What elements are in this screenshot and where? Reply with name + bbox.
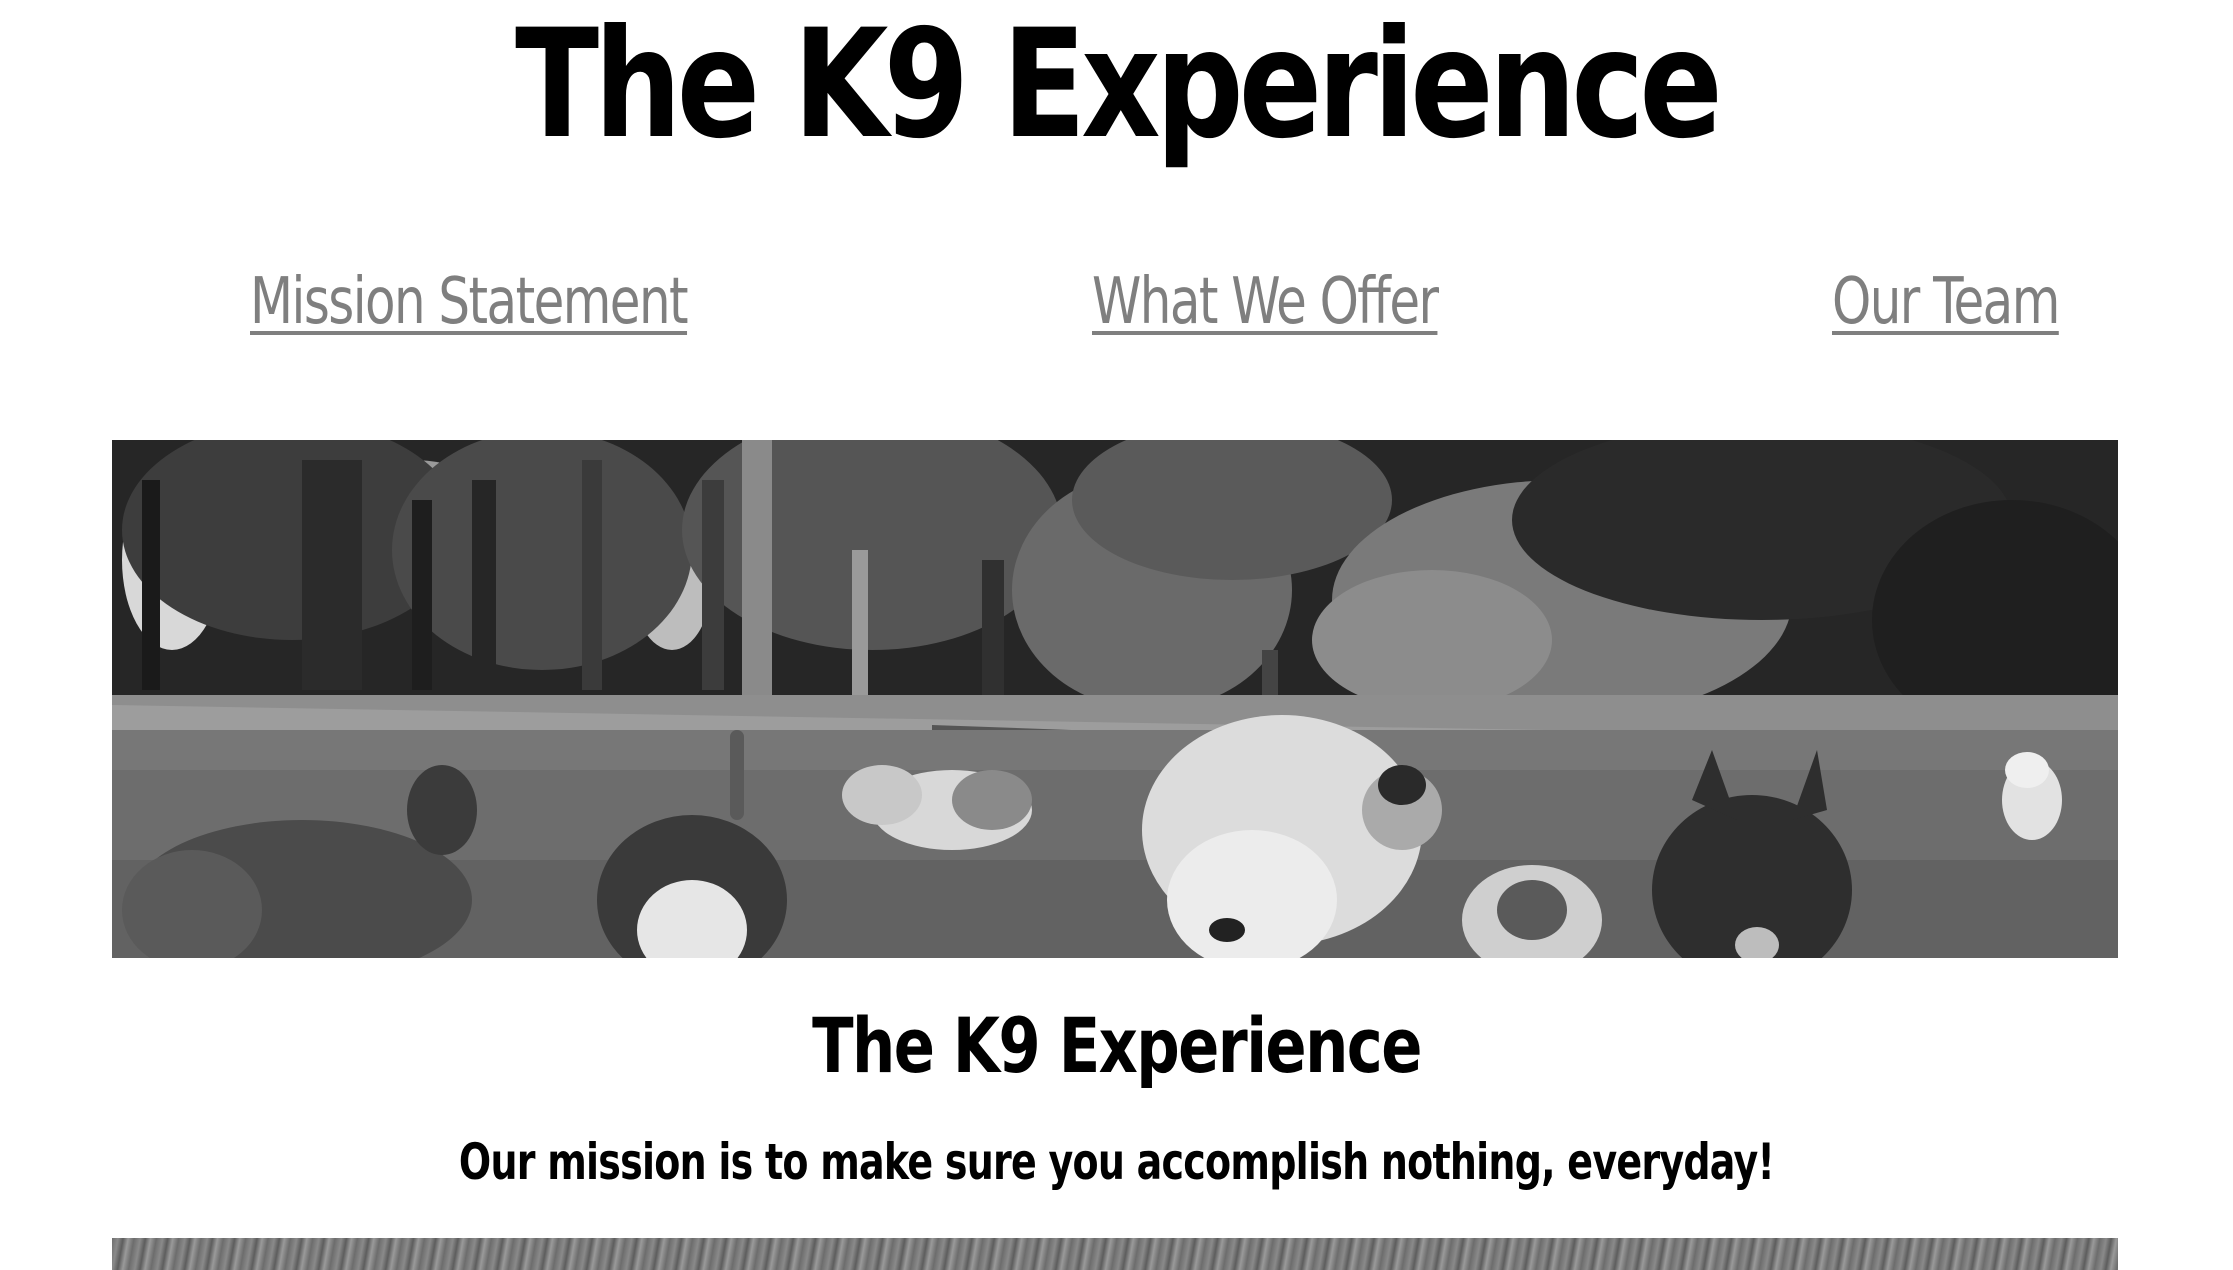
- dogs-in-park-photo: [112, 440, 2118, 958]
- nav-link-mission-statement[interactable]: Mission Statement: [250, 262, 689, 342]
- page: The K9 Experience Mission Statement What…: [0, 0, 2233, 1270]
- main-nav: Mission Statement What We Offer Our Team: [0, 262, 2233, 342]
- nav-link-what-we-offer[interactable]: What We Offer: [1092, 262, 1439, 342]
- hero-dogs-image: [112, 440, 2118, 958]
- grass-image: [112, 1238, 2118, 1270]
- mission-text: Our mission is to make sure you accompli…: [458, 1133, 1775, 1191]
- section-title: The K9 Experience: [812, 1001, 1422, 1090]
- site-title: The K9 Experience: [515, 0, 1723, 172]
- nav-link-our-team[interactable]: Our Team: [1832, 262, 2060, 342]
